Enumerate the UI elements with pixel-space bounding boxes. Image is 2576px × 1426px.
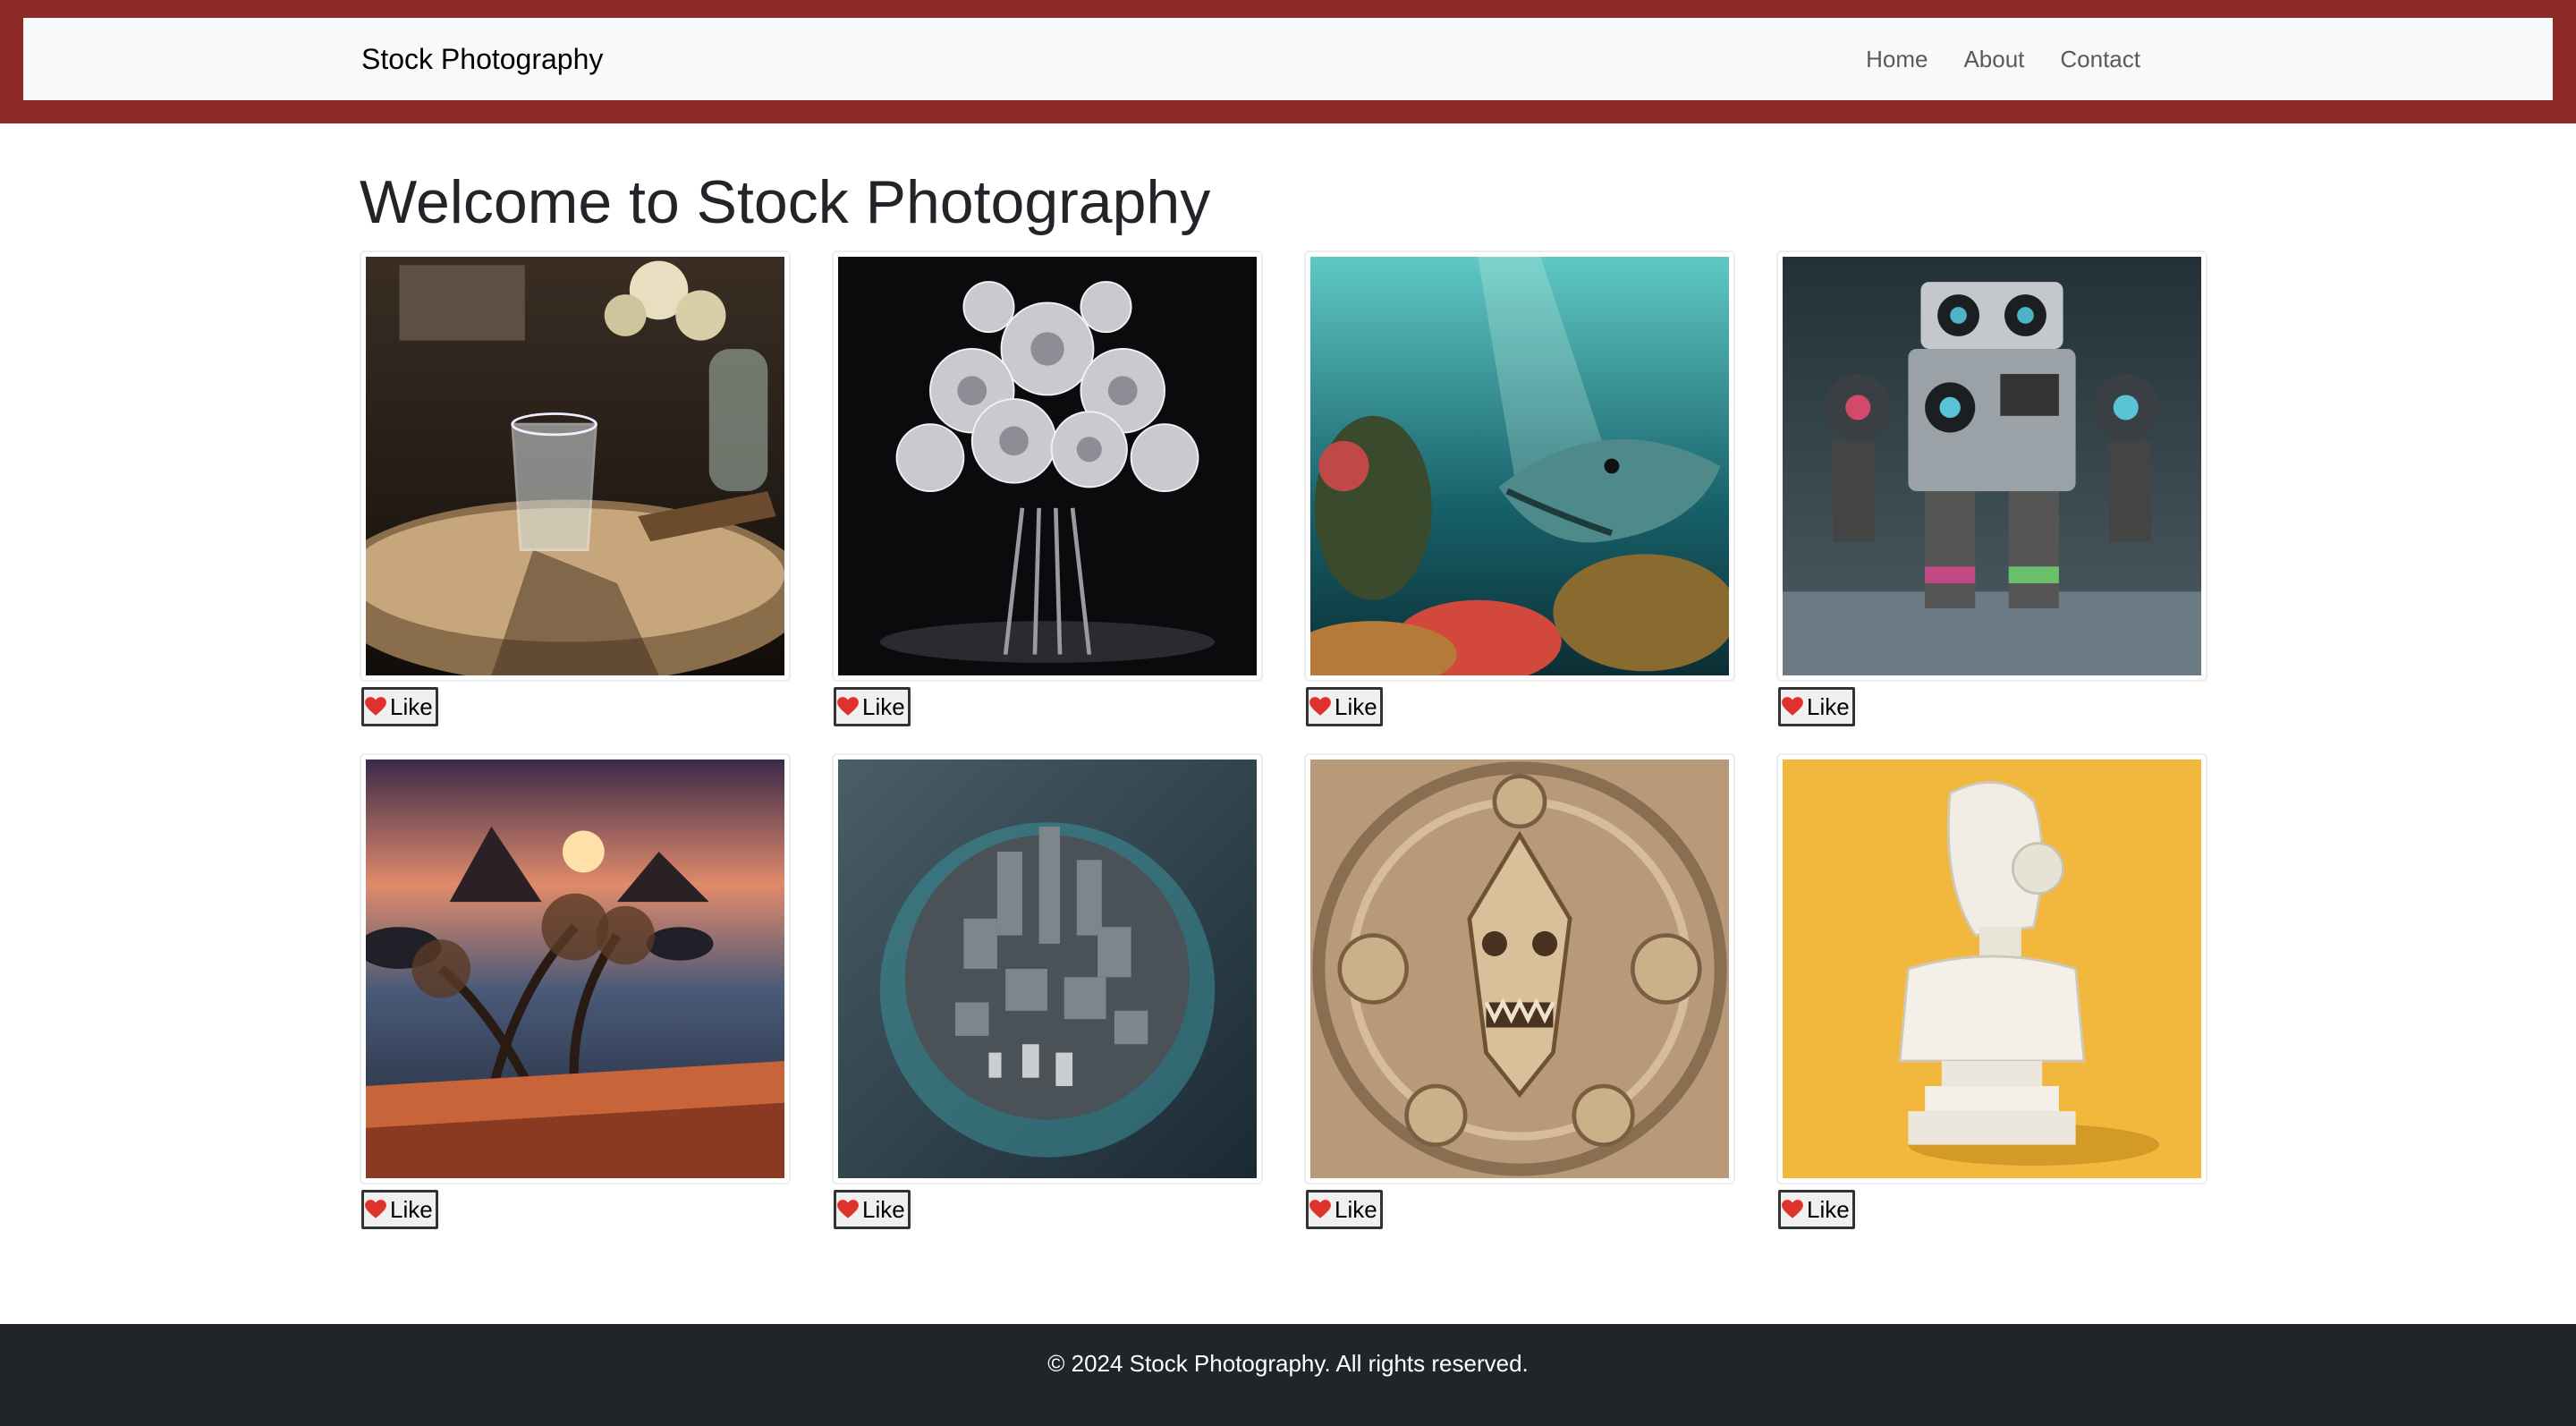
like-label: Like xyxy=(390,1195,433,1223)
photo-thumbnail[interactable] xyxy=(360,250,791,682)
photo-image xyxy=(838,257,1257,675)
brand-link[interactable]: Stock Photography xyxy=(361,18,603,100)
photo-image xyxy=(1310,257,1729,675)
photo-thumbnail[interactable] xyxy=(360,753,791,1184)
photo-thumbnail[interactable] xyxy=(1776,753,2207,1184)
photo-thumbnail[interactable] xyxy=(832,753,1263,1184)
photo-image xyxy=(838,760,1257,1178)
navbar: Stock Photography Home About Contact xyxy=(23,18,2553,100)
heart-icon xyxy=(365,1200,386,1218)
page-title: Welcome to Stock Photography xyxy=(360,168,1211,236)
photo-image xyxy=(1310,760,1729,1178)
photo-image xyxy=(1783,257,2201,675)
photo-image xyxy=(1783,760,2201,1178)
like-button[interactable]: Like xyxy=(834,1190,911,1229)
photo-thumbnail[interactable] xyxy=(1776,250,2207,682)
photo-thumbnail[interactable] xyxy=(1304,753,1735,1184)
photo-card: Like xyxy=(832,250,1267,726)
heart-icon xyxy=(1782,697,1803,716)
photo-card: Like xyxy=(1304,753,1739,1229)
heart-icon xyxy=(837,697,859,716)
like-label: Like xyxy=(390,692,433,720)
like-label: Like xyxy=(862,692,905,720)
footer: © 2024 Stock Photography. All rights res… xyxy=(0,1324,2576,1426)
photo-card: Like xyxy=(832,753,1267,1229)
like-label: Like xyxy=(1807,692,1850,720)
like-label: Like xyxy=(862,1195,905,1223)
like-button[interactable]: Like xyxy=(834,687,911,726)
like-button[interactable]: Like xyxy=(1306,687,1383,726)
like-button[interactable]: Like xyxy=(361,687,438,726)
like-button[interactable]: Like xyxy=(1306,1190,1383,1229)
heart-icon xyxy=(1782,1200,1803,1218)
photo-image xyxy=(366,760,784,1178)
nav-links: Home About Contact xyxy=(1848,18,2158,100)
photo-image xyxy=(366,257,784,675)
nav-link-about[interactable]: About xyxy=(1945,18,2042,100)
photo-card: Like xyxy=(360,250,794,726)
like-button[interactable]: Like xyxy=(1778,1190,1855,1229)
photo-card: Like xyxy=(1304,250,1739,726)
like-button[interactable]: Like xyxy=(361,1190,438,1229)
like-button[interactable]: Like xyxy=(1778,687,1855,726)
photo-card: Like xyxy=(1776,250,2211,726)
photo-card: Like xyxy=(1776,753,2211,1229)
like-label: Like xyxy=(1335,1195,1377,1223)
like-label: Like xyxy=(1335,692,1377,720)
heart-icon xyxy=(365,697,386,716)
nav-link-home[interactable]: Home xyxy=(1848,18,1945,100)
photo-card: Like xyxy=(360,753,794,1229)
photo-thumbnail[interactable] xyxy=(832,250,1263,682)
heart-icon xyxy=(1309,697,1331,716)
like-label: Like xyxy=(1807,1195,1850,1223)
nav-link-contact[interactable]: Contact xyxy=(2042,18,2158,100)
heart-icon xyxy=(837,1200,859,1218)
heart-icon xyxy=(1309,1200,1331,1218)
footer-copyright: © 2024 Stock Photography. All rights res… xyxy=(1047,1350,1529,1377)
photo-thumbnail[interactable] xyxy=(1304,250,1735,682)
